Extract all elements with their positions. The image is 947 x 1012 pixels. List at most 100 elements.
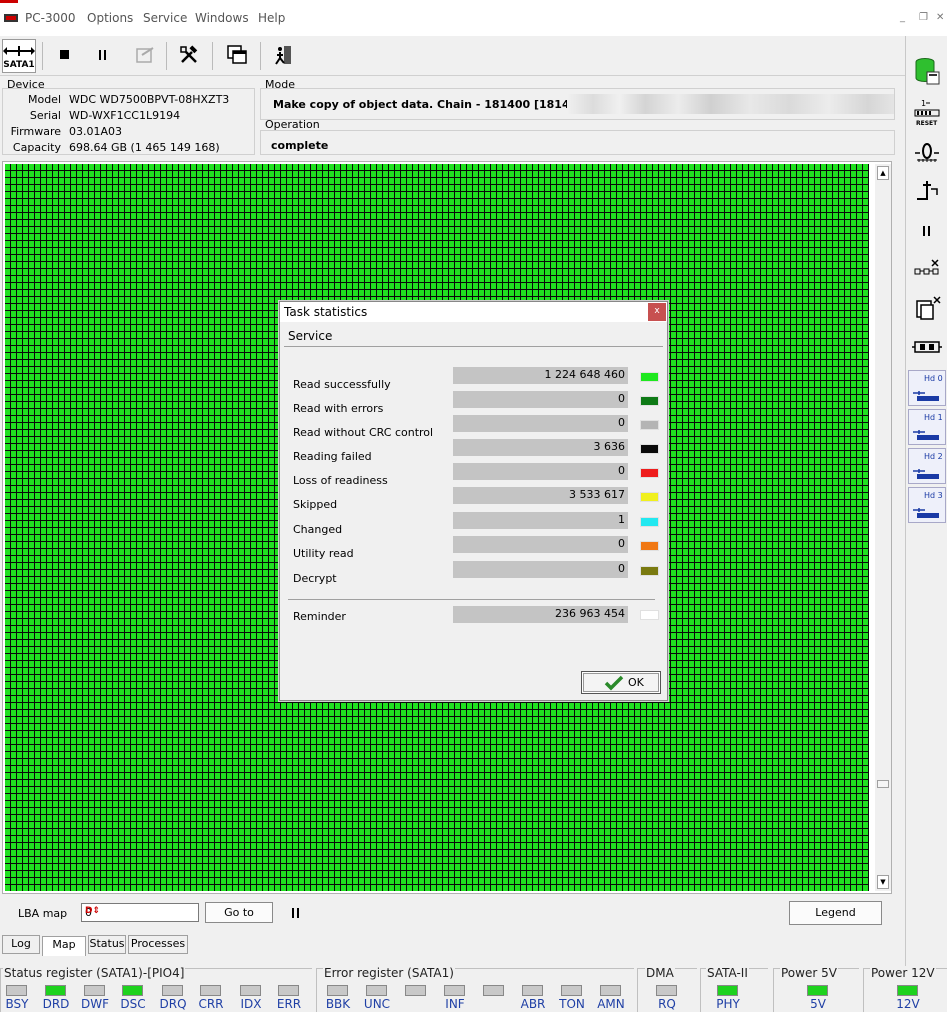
- dialog-subtitle: Service: [288, 329, 333, 343]
- hd2-button[interactable]: Hd 2: [908, 448, 946, 484]
- dialog-titlebar: Task statistics x: [280, 302, 667, 322]
- toolbar-separator: [212, 42, 213, 70]
- device-model-value: WDC WD7500BPVT-08HXZT3: [69, 93, 230, 106]
- dialog-close-icon[interactable]: x: [648, 303, 666, 321]
- chain-button[interactable]: [912, 254, 942, 284]
- device-capacity-label: Capacity: [12, 141, 61, 154]
- app-icon: [4, 14, 18, 22]
- error-flag-label: ABR: [520, 997, 546, 1011]
- stat-color-swatch: [640, 420, 659, 430]
- mode-panel: Make copy of object data. Chain - 181400…: [260, 88, 895, 120]
- error-flag-led: [444, 985, 465, 996]
- connect-button[interactable]: [912, 332, 942, 362]
- menu-windows[interactable]: Windows: [195, 11, 249, 25]
- error-register-title: Error register (SATA1): [323, 966, 455, 980]
- close-icon[interactable]: ✕: [936, 12, 944, 23]
- scroll-down-icon[interactable]: ▼: [877, 875, 889, 889]
- port-icon: [3, 46, 35, 56]
- title-bar: PC-3000 Options Service Windows Help _ ❐…: [0, 0, 947, 36]
- error-flag-led: [483, 985, 504, 996]
- svg-text:RESET: RESET: [916, 120, 938, 127]
- stat-value: 0: [453, 463, 628, 480]
- status-flag-led: [162, 985, 183, 996]
- dialog-divider: [288, 599, 655, 600]
- hd2-label: Hd 2: [924, 452, 943, 461]
- lba-spin-icon[interactable]: D⇕: [85, 906, 196, 916]
- copy-button[interactable]: [912, 294, 942, 324]
- minimize-icon[interactable]: _: [900, 12, 905, 23]
- mode-value: Make copy of object data. Chain - 181400…: [273, 98, 590, 111]
- hd1-label: Hd 1: [924, 413, 943, 422]
- tools-icon: [180, 45, 198, 63]
- restore-icon[interactable]: ❐: [919, 12, 928, 23]
- stat-label: Changed: [293, 523, 343, 536]
- error-flag-label: UNC: [363, 997, 391, 1011]
- stat-color-swatch: [640, 517, 659, 527]
- reminder-label: Reminder: [293, 610, 346, 623]
- database-button[interactable]: [912, 56, 942, 86]
- stat-label: Loss of readiness: [293, 474, 388, 487]
- toolbar: SATA1: [0, 36, 905, 76]
- lba-input[interactable]: 0 D⇕: [81, 903, 199, 922]
- error-flag-led: [327, 985, 348, 996]
- stat-value: 0: [453, 561, 628, 578]
- drive-icon: [913, 391, 939, 401]
- windows-button[interactable]: [222, 40, 252, 70]
- stat-color-swatch: [640, 396, 659, 406]
- tools-button[interactable]: [174, 40, 204, 70]
- hd1-button[interactable]: Hd 1: [908, 409, 946, 445]
- device-panel: Model WDC WD7500BPVT-08HXZT3 Serial WD-W…: [2, 88, 255, 155]
- stat-value: 1 224 648 460: [453, 367, 628, 384]
- dma-rq-led: [656, 985, 677, 996]
- tab-status[interactable]: Status: [88, 935, 126, 954]
- dialog-divider: [284, 346, 663, 347]
- stat-value: 0: [453, 391, 628, 408]
- svg-text:1: 1: [921, 99, 926, 108]
- stat-color-swatch: [640, 492, 659, 502]
- stop-button[interactable]: [50, 40, 80, 70]
- status-flag-led: [6, 985, 27, 996]
- scroll-thumb[interactable]: [877, 780, 889, 788]
- menu-service[interactable]: Service: [143, 11, 187, 25]
- sidebar-pause-button[interactable]: [912, 216, 942, 246]
- exit-button[interactable]: [268, 40, 298, 70]
- device-serial-value: WD-WXF1CC1L9194: [69, 109, 181, 122]
- pause-icon[interactable]: [290, 906, 302, 920]
- signal-button[interactable]: [912, 138, 942, 168]
- menu-options[interactable]: Options: [87, 11, 133, 25]
- task-statistics-dialog: Task statistics x Service Read successfu…: [279, 301, 668, 701]
- toolbar-separator: [260, 42, 261, 70]
- scroll-up-icon[interactable]: ▲: [877, 166, 889, 180]
- ok-button[interactable]: OK: [581, 671, 661, 694]
- device-serial-row: Serial WD-WXF1CC1L9194: [3, 109, 253, 125]
- hd3-button[interactable]: Hd 3: [908, 487, 946, 523]
- goto-button[interactable]: Go to: [205, 902, 273, 923]
- tab-map[interactable]: Map: [42, 936, 86, 956]
- dma-title: DMA: [645, 966, 675, 980]
- menu-help[interactable]: Help: [258, 11, 285, 25]
- probe-button[interactable]: [912, 176, 942, 206]
- reset-button[interactable]: 1 RESET: [912, 98, 942, 128]
- stat-color-swatch: [640, 566, 659, 576]
- sata-port-button[interactable]: SATA1: [2, 39, 36, 73]
- error-flag-label: AMN: [597, 997, 625, 1011]
- status-register-title: Status register (SATA1)-[PIO4]: [3, 966, 186, 980]
- status-flag-label: ERR: [276, 997, 302, 1011]
- tab-processes[interactable]: Processes: [128, 935, 188, 954]
- chain-icon: [914, 259, 939, 275]
- hd0-button[interactable]: Hd 0: [908, 370, 946, 406]
- legend-button[interactable]: Legend: [789, 901, 882, 925]
- status-flag-label: DRQ: [159, 997, 187, 1011]
- device-capacity-value: 698.64 GB (1 465 149 168): [69, 141, 220, 154]
- export-button[interactable]: [130, 40, 160, 70]
- map-scrollbar[interactable]: ▲ ▼: [875, 164, 891, 891]
- right-sidebar: 1 RESET Hd 0 Hd 1 Hd 2 Hd 3: [905, 36, 947, 966]
- copy-icon: [916, 296, 941, 320]
- error-flag-led: [522, 985, 543, 996]
- export-icon: [136, 47, 154, 63]
- tab-log[interactable]: Log: [2, 935, 40, 954]
- pc3000-window: PC-3000 Options Service Windows Help _ ❐…: [0, 0, 947, 1012]
- reminder-value: 236 963 454: [453, 606, 628, 623]
- dialog-title: Task statistics: [284, 305, 368, 319]
- pause-button[interactable]: [88, 40, 118, 70]
